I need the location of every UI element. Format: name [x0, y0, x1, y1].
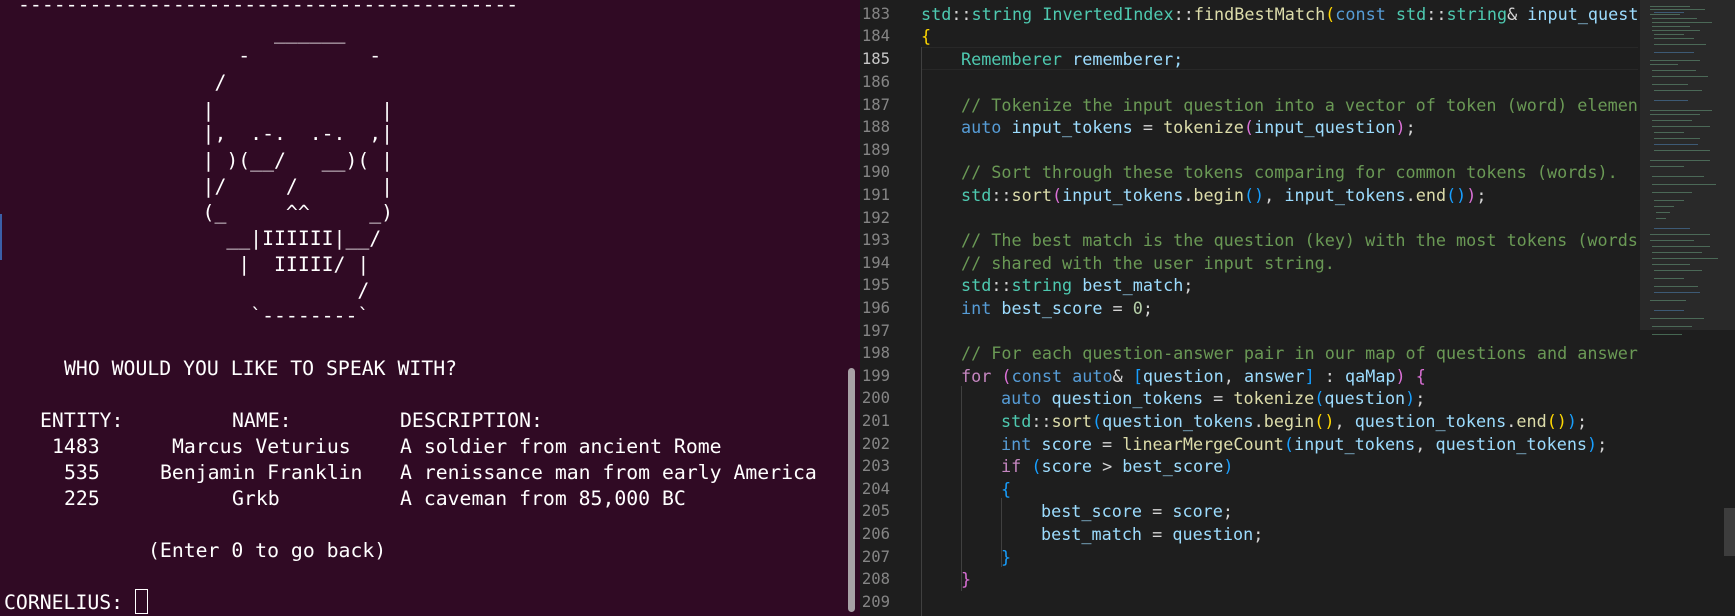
terminal-scrollbar-thumb[interactable] — [848, 368, 855, 612]
ascii-art-line: / — [143, 279, 370, 302]
code-line: Rememberer rememberer; — [961, 49, 1184, 69]
terminal-rule: ----------------------------------------… — [18, 0, 519, 16]
prompt-heading: WHO WOULD YOU LIKE TO SPEAK WITH? — [64, 357, 458, 380]
code-line: best_match = question; — [1041, 524, 1264, 544]
code-line: } — [1001, 547, 1012, 567]
text-cursor — [135, 589, 148, 614]
line-number: 189 — [861, 141, 890, 159]
ascii-art-line: |/ / | — [143, 175, 394, 198]
entity-id: 1483 — [52, 435, 100, 458]
code-line: int score = linearMergeCount(input_token… — [1001, 434, 1608, 454]
code-editor[interactable]: 183 184 185 186 187 188 189 190 191 192 … — [860, 0, 1735, 616]
ascii-art-line: `--------` — [143, 304, 370, 327]
code-comment: // Sort through these tokens comparing f… — [961, 162, 1618, 182]
code-line: auto question_tokens = tokenize(question… — [1001, 388, 1426, 408]
line-number: 209 — [861, 593, 890, 611]
pane-edge-marker — [0, 214, 2, 260]
code-line: } — [961, 569, 972, 589]
line-number: 195 — [861, 276, 890, 294]
line-number: 187 — [861, 96, 890, 114]
line-number: 188 — [861, 118, 890, 136]
ascii-art-line: |, .-. .-. ,| — [143, 122, 394, 145]
entity-name: Benjamin Franklin — [160, 461, 363, 484]
line-number: 204 — [861, 480, 890, 498]
ascii-art-line: __|IIIIII|__/ — [143, 227, 382, 250]
entity-name: Marcus Veturius — [172, 435, 351, 458]
code-line: if (score > best_score) — [1001, 456, 1234, 476]
code-line: auto input_tokens = tokenize(input_quest… — [961, 117, 1416, 137]
line-number: 206 — [861, 525, 890, 543]
line-number: 186 — [861, 73, 890, 91]
ascii-art-line: | | — [143, 99, 394, 122]
minimap-viewport-slider[interactable] — [1640, 0, 1735, 330]
line-number: 202 — [861, 435, 890, 453]
code-line: { — [1001, 479, 1012, 499]
line-number: 183 — [861, 5, 890, 23]
code-line: std::sort(question_tokens.begin(), quest… — [1001, 411, 1588, 431]
editor-scrollbar-thumb[interactable] — [1724, 508, 1735, 556]
entity-name: Grkb — [232, 487, 280, 510]
line-number: 194 — [861, 254, 890, 272]
entity-description: A caveman from 85,000 BC — [400, 487, 686, 510]
line-number: 191 — [861, 186, 890, 204]
input-prompt-label: CORNELIUS: — [4, 591, 124, 614]
ascii-art-line: | IIIII/ | — [143, 253, 370, 276]
line-number: 190 — [861, 163, 890, 181]
line-number: 200 — [861, 389, 890, 407]
code-line: int best_score = 0; — [961, 298, 1153, 318]
line-number: 207 — [861, 548, 890, 566]
code-comment: // For each question-answer pair in our … — [961, 343, 1638, 363]
ascii-art-line: (_ ^^ _) — [143, 201, 394, 224]
entity-id: 535 — [64, 461, 100, 484]
line-number: 192 — [861, 209, 890, 227]
indent-guide — [961, 386, 962, 591]
code-line: best_score = score; — [1041, 501, 1233, 521]
back-hint: (Enter 0 to go back) — [148, 539, 387, 562]
line-number: 208 — [861, 570, 890, 588]
column-header-description: DESCRIPTION: — [400, 409, 543, 432]
terminal-pane[interactable]: ----------------------------------------… — [0, 0, 845, 616]
line-number-active: 185 — [861, 50, 890, 68]
line-number: 199 — [861, 367, 890, 385]
line-number: 184 — [861, 27, 890, 45]
indent-guide — [921, 47, 922, 616]
line-number: 196 — [861, 299, 890, 317]
line-number: 197 — [861, 322, 890, 340]
column-header-name: NAME: — [232, 409, 292, 432]
column-header-entity: ENTITY: — [40, 409, 124, 432]
ascii-art-line: - - — [143, 44, 382, 67]
ascii-art-line: / — [143, 71, 227, 94]
line-number: 193 — [861, 231, 890, 249]
code-comment: // Tokenize the input question into a ve… — [961, 95, 1638, 115]
code-line: std::sort(input_tokens.begin(), input_to… — [961, 185, 1487, 205]
entity-description: A renissance man from early America — [400, 461, 817, 484]
line-number: 198 — [861, 344, 890, 362]
ascii-art-line: ______ — [143, 21, 346, 44]
line-number: 201 — [861, 412, 890, 430]
entity-description: A soldier from ancient Rome — [400, 435, 722, 458]
line-number: 205 — [861, 502, 890, 520]
code-comment: // shared with the user input string. — [961, 253, 1335, 273]
code-line: for (const auto& [question, answer] : qa… — [961, 366, 1426, 386]
ascii-art-line: | )(__/ __)( | — [143, 149, 394, 172]
code-line: std::string best_match; — [961, 275, 1194, 295]
code-comment: // The best match is the question (key) … — [961, 230, 1638, 250]
code-line: std::string InvertedIndex::findBestMatch… — [921, 4, 1639, 24]
line-number: 203 — [861, 457, 890, 475]
code-line: { — [921, 26, 932, 46]
entity-id: 225 — [64, 487, 100, 510]
